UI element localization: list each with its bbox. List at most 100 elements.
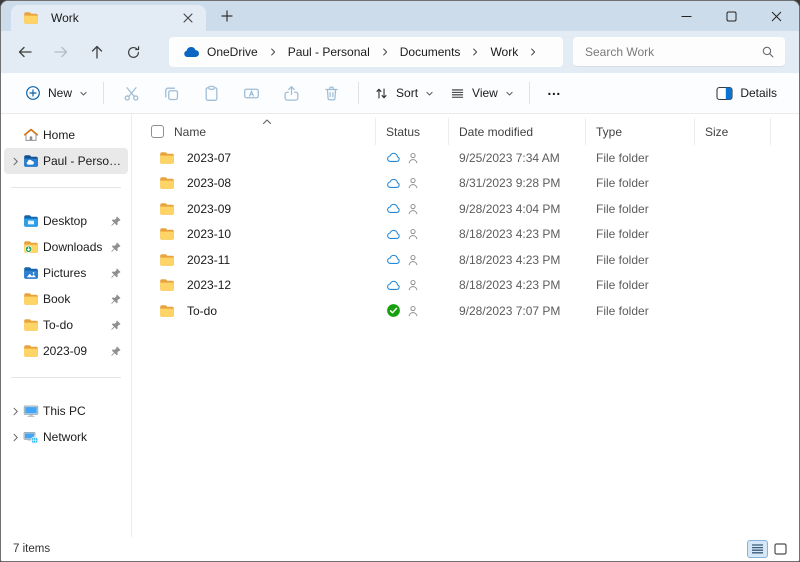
search-icon[interactable] xyxy=(761,45,775,59)
file-row-2023-12[interactable]: 2023-128/18/2023 4:23 PMFile folder xyxy=(132,273,799,299)
copy-icon[interactable] xyxy=(151,79,191,107)
sidebar-item-label: To-do xyxy=(43,318,110,332)
status-cell xyxy=(376,150,449,165)
chevron-right-icon[interactable] xyxy=(8,404,23,419)
new-button[interactable]: New xyxy=(17,80,96,106)
toolbar-divider xyxy=(103,82,104,104)
sidebar-item-paul-personal[interactable]: Paul - Personal xyxy=(4,148,128,174)
tab-close-icon[interactable] xyxy=(178,8,198,28)
close-button[interactable] xyxy=(754,1,799,31)
chevron-right-icon[interactable] xyxy=(8,430,23,445)
status-cell xyxy=(376,227,449,242)
folder-icon xyxy=(159,252,175,268)
tab-title: Work xyxy=(51,11,79,25)
chevron-right-icon[interactable] xyxy=(8,154,23,169)
up-icon[interactable] xyxy=(79,37,115,67)
breadcrumb-segment-onedrive[interactable]: OneDrive xyxy=(175,39,265,65)
breadcrumb-segment-paul-personal[interactable]: Paul - Personal xyxy=(281,41,377,63)
date-modified: 9/28/2023 7:07 PM xyxy=(449,304,586,318)
breadcrumb-segment-documents[interactable]: Documents xyxy=(393,41,468,63)
sidebar-item-downloads[interactable]: Downloads xyxy=(4,234,128,260)
pin-icon xyxy=(110,267,122,279)
file-list: 2023-079/25/2023 7:34 AMFile folder 2023-… xyxy=(132,145,799,324)
chevron-spacer xyxy=(8,128,23,143)
pin-icon xyxy=(110,215,122,227)
thumbnails-view-toggle-icon[interactable] xyxy=(770,540,791,558)
cloud-status-icon xyxy=(386,176,401,191)
details-button[interactable]: Details xyxy=(708,81,785,106)
breadcrumb: OneDrive Paul - Personal Documents Work xyxy=(169,37,563,67)
column-header-type[interactable]: Type xyxy=(586,118,695,145)
search-input[interactable] xyxy=(585,45,761,59)
view-button[interactable]: View xyxy=(442,81,522,106)
tab-work[interactable]: Work xyxy=(11,5,206,31)
new-tab-button[interactable] xyxy=(214,3,240,29)
share-icon[interactable] xyxy=(271,79,311,107)
sidebar-item-this-pc[interactable]: This PC xyxy=(4,398,128,424)
file-name: 2023-09 xyxy=(187,202,231,216)
person-icon xyxy=(406,151,420,165)
sort-button[interactable]: Sort xyxy=(366,81,442,106)
delete-icon[interactable] xyxy=(311,79,351,107)
refresh-icon[interactable] xyxy=(115,37,151,67)
toolbar-divider xyxy=(529,82,530,104)
sidebar-item-label: Book xyxy=(43,292,110,306)
file-name: 2023-08 xyxy=(187,176,231,190)
sidebar-item-book[interactable]: Book xyxy=(4,286,128,312)
chevron-spacer xyxy=(8,214,23,229)
file-row-2023-07[interactable]: 2023-079/25/2023 7:34 AMFile folder xyxy=(132,145,799,171)
folder-downloads-icon xyxy=(23,239,39,255)
view-button-label: View xyxy=(472,86,498,100)
column-header-size[interactable]: Size xyxy=(695,118,771,145)
more-options-icon[interactable]: … xyxy=(537,80,572,106)
date-modified: 8/18/2023 4:23 PM xyxy=(449,253,586,267)
plus-circle-icon xyxy=(25,85,41,101)
cloud-status-icon xyxy=(386,278,401,293)
person-icon xyxy=(406,202,420,216)
chevron-right-icon[interactable] xyxy=(525,47,541,57)
file-row-2023-08[interactable]: 2023-088/31/2023 9:28 PMFile folder xyxy=(132,171,799,197)
select-all-checkbox[interactable] xyxy=(151,125,164,138)
status-cell xyxy=(376,278,449,293)
file-row-2023-11[interactable]: 2023-118/18/2023 4:23 PMFile folder xyxy=(132,247,799,273)
chevron-right-icon[interactable] xyxy=(265,47,281,57)
breadcrumb-segment-work[interactable]: Work xyxy=(483,41,525,63)
sidebar-item-label: Home xyxy=(43,128,124,142)
file-type: File folder xyxy=(586,202,695,216)
sidebar-item-desktop[interactable]: Desktop xyxy=(4,208,128,234)
back-icon[interactable] xyxy=(7,37,43,67)
sidebar-item-network[interactable]: Network xyxy=(4,424,128,450)
column-header-name[interactable]: Name xyxy=(132,118,376,145)
chevron-right-icon[interactable] xyxy=(377,47,393,57)
status-cell xyxy=(376,252,449,267)
file-name: 2023-10 xyxy=(187,227,231,241)
forward-icon[interactable] xyxy=(43,37,79,67)
sidebar-item-to-do[interactable]: To-do xyxy=(4,312,128,338)
rename-icon[interactable] xyxy=(231,79,271,107)
person-icon xyxy=(406,227,420,241)
file-row-2023-09[interactable]: 2023-099/28/2023 4:04 PMFile folder xyxy=(132,196,799,222)
cut-icon[interactable] xyxy=(111,79,151,107)
column-header-status[interactable]: Status xyxy=(376,118,449,145)
date-modified: 8/31/2023 9:28 PM xyxy=(449,176,586,190)
file-row-2023-10[interactable]: 2023-108/18/2023 4:23 PMFile folder xyxy=(132,222,799,248)
paste-icon[interactable] xyxy=(191,79,231,107)
network-icon xyxy=(23,429,39,445)
minimize-button[interactable] xyxy=(664,1,709,31)
details-view-toggle-icon[interactable] xyxy=(747,540,768,558)
maximize-button[interactable] xyxy=(709,1,754,31)
breadcrumb-label: Work xyxy=(490,45,518,59)
titlebar: Work xyxy=(1,1,799,31)
file-type: File folder xyxy=(586,278,695,292)
toolbar-divider xyxy=(358,82,359,104)
file-row-to-do[interactable]: To-do9/28/2023 7:07 PMFile folder xyxy=(132,298,799,324)
column-header-date-modified[interactable]: Date modified xyxy=(449,118,586,145)
folder-onedrive-icon xyxy=(23,153,39,169)
sidebar-item-2023-09[interactable]: 2023-09 xyxy=(4,338,128,364)
file-type: File folder xyxy=(586,304,695,318)
sort-ascending-icon xyxy=(262,118,272,126)
sidebar-item-home[interactable]: Home xyxy=(4,122,128,148)
chevron-right-icon[interactable] xyxy=(467,47,483,57)
folder-icon xyxy=(159,226,175,242)
sidebar-item-pictures[interactable]: Pictures xyxy=(4,260,128,286)
